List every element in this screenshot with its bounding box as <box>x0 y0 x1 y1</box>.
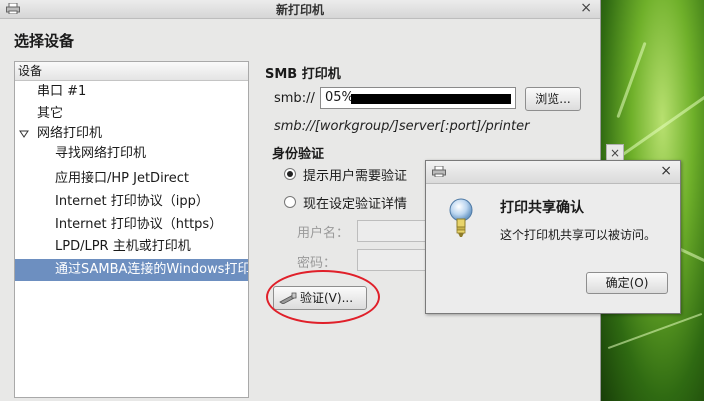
device-item-https[interactable]: Internet 打印协议（https） <box>15 214 248 236</box>
password-label: 密码： <box>297 256 337 271</box>
window-titlebar: 新打印机 × <box>0 0 600 19</box>
device-list-header[interactable]: 设备 <box>15 62 248 81</box>
device-item-label: 串口 #1 <box>37 84 87 99</box>
device-item-jetdirect[interactable]: 应用接口/HP JetDirect <box>15 168 248 190</box>
username-label: 用户名： <box>297 226 350 241</box>
smb-format-hint: smb://[workgroup/]server[:port]/printer <box>274 119 530 134</box>
username-input[interactable] <box>357 220 427 242</box>
device-item-find-network[interactable]: 寻找网络打印机 <box>15 143 248 165</box>
dialog-titlebar: × <box>426 161 680 184</box>
ok-button[interactable]: 确定(O) <box>586 272 668 294</box>
page-title: 选择设备 <box>14 32 75 50</box>
device-item-label: 其它 <box>37 106 64 121</box>
device-item-label: 通过SAMBA连接的Windows打印 <box>55 262 249 277</box>
device-item-label: Internet 打印协议（ipp） <box>55 194 209 209</box>
password-input[interactable] <box>357 249 427 271</box>
dialog-close-button[interactable]: × <box>660 163 672 179</box>
device-item-label: Internet 打印协议（https） <box>55 217 223 232</box>
device-item-label: 网络打印机 <box>37 126 103 141</box>
device-item-lpd[interactable]: LPD/LPR 主机或打印机 <box>15 236 248 258</box>
radio-set-now-label: 现在设定验证详情 <box>303 197 408 212</box>
dialog-heading: 打印共享确认 <box>500 200 584 216</box>
verify-button-label: 验证(V)... <box>300 291 354 305</box>
radio-set-now[interactable] <box>284 196 296 208</box>
device-list[interactable]: 设备 串口 #1 其它 网络打印机 寻找网络打印机 应用接口/HP JetDir… <box>14 61 249 398</box>
device-item-other[interactable]: 其它 <box>15 103 248 125</box>
window-title: 新打印机 <box>275 3 324 17</box>
auth-section-title: 身份验证 <box>272 147 325 162</box>
device-item-label: 寻找网络打印机 <box>55 146 147 161</box>
smb-section-title: SMB 打印机 <box>265 67 341 82</box>
smb-prefix-label: smb:// <box>274 91 315 106</box>
lightbulb-icon <box>449 198 473 237</box>
key-icon <box>279 292 297 304</box>
radio-prompt-label: 提示用户需要验证 <box>303 169 408 184</box>
device-item-samba[interactable]: 通过SAMBA连接的Windows打印 <box>15 259 249 281</box>
device-item-label: 应用接口/HP JetDirect <box>55 171 189 186</box>
device-item-ipp[interactable]: Internet 打印协议（ipp） <box>15 191 248 213</box>
smb-address-value: 05% <box>325 90 354 105</box>
expander-triangle-icon[interactable] <box>19 129 29 139</box>
redaction-bar <box>351 94 511 104</box>
smb-address-input[interactable]: 05% <box>320 87 516 109</box>
device-item-label: LPD/LPR 主机或打印机 <box>55 239 191 254</box>
radio-prompt-user[interactable] <box>284 168 296 180</box>
browse-button[interactable]: 浏览... <box>525 87 581 111</box>
share-confirm-dialog: × 打印共享确认 这个打印机共享可以被访问。 确定(O) <box>425 160 681 314</box>
device-item-network-printer[interactable]: 网络打印机 <box>15 123 248 145</box>
dialog-message: 这个打印机共享可以被访问。 <box>500 228 657 242</box>
window-close-button[interactable]: × <box>580 0 592 16</box>
verify-button[interactable]: 验证(V)... <box>273 286 367 310</box>
device-item-serial[interactable]: 串口 #1 <box>15 81 248 103</box>
printer-icon <box>432 166 446 177</box>
